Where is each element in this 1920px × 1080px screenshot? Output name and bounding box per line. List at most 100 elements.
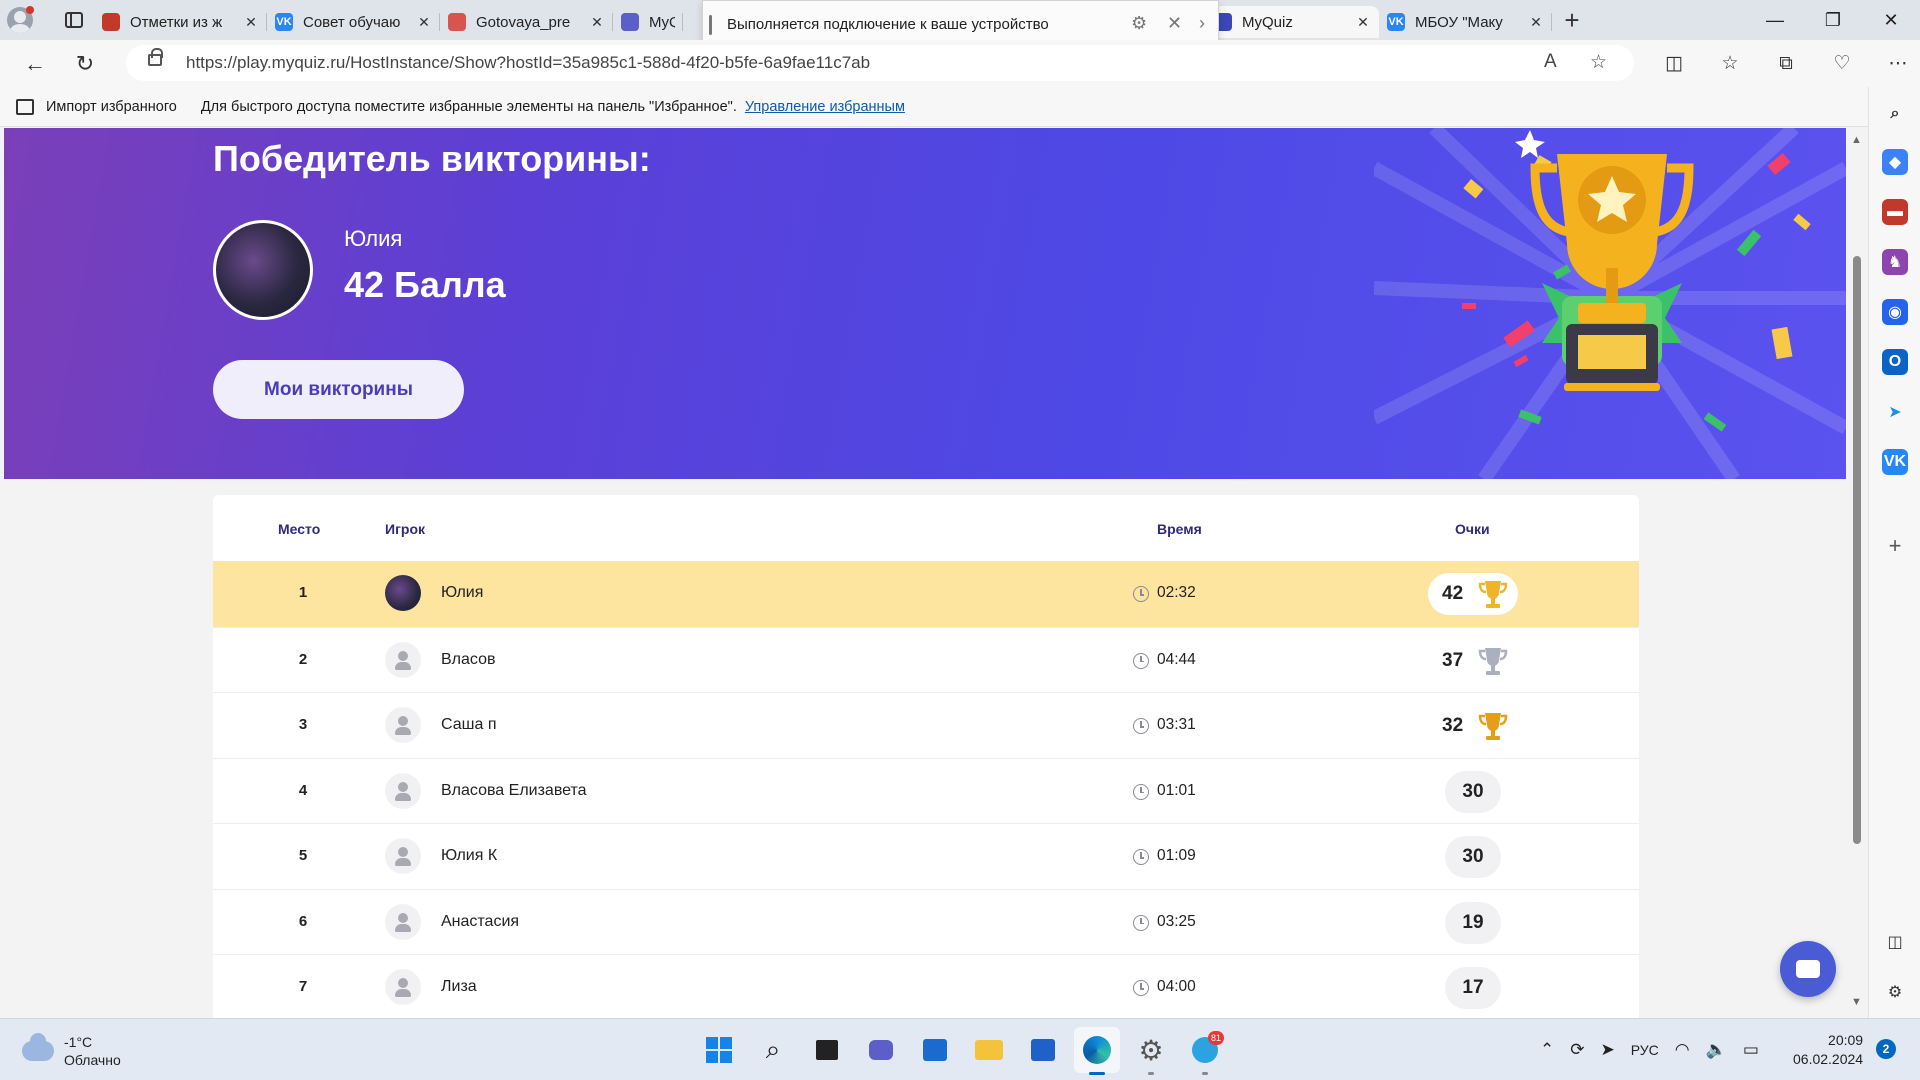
place-number: 6 — [298, 912, 308, 930]
tab-title: Совет обучаю — [303, 13, 401, 31]
player-avatar — [385, 969, 421, 1005]
language-indicator[interactable]: РУС — [1631, 1042, 1659, 1058]
maximize-button[interactable]: ❐ — [1804, 0, 1862, 40]
close-tab-icon[interactable]: ✕ — [243, 14, 259, 31]
store-button[interactable] — [912, 1027, 958, 1073]
read-aloud-icon[interactable]: A — [1544, 51, 1557, 73]
tools-icon[interactable]: ▬ — [1882, 199, 1908, 225]
search-icon[interactable]: ⌕ — [1882, 101, 1908, 127]
telegram-button[interactable]: 81 — [1182, 1027, 1228, 1075]
player-time: 04:00 — [1157, 978, 1196, 995]
manage-favorites-link[interactable]: Управление избранным — [745, 99, 905, 115]
collections-icon[interactable]: ⧉ — [1758, 40, 1814, 87]
sidebar-settings-icon[interactable]: ⚙ — [1882, 979, 1908, 1005]
trophy-illustration — [1374, 128, 1846, 479]
tab-favicon — [102, 13, 120, 31]
close-tab-icon[interactable]: ✕ — [416, 14, 432, 31]
location-icon[interactable]: ➤ — [1601, 1040, 1615, 1060]
notification-badge[interactable]: 2 — [1876, 1039, 1896, 1059]
my-quizzes-button[interactable]: Мои викторины — [213, 360, 464, 419]
file-explorer-button[interactable] — [966, 1027, 1012, 1073]
add-sidebar-app-icon[interactable]: + — [1882, 533, 1908, 559]
search-taskbar-button[interactable]: ⌕ — [750, 1027, 796, 1073]
favorite-star-icon[interactable]: ☆ — [1590, 51, 1607, 74]
battery-icon[interactable]: ▭ — [1743, 1040, 1759, 1060]
browser-essentials-icon[interactable]: ♡ — [1814, 40, 1870, 87]
chat-button[interactable] — [1780, 941, 1836, 997]
browser-tab[interactable]: VK МБОУ "Маку ✕ — [1379, 6, 1552, 38]
trophy-icon — [1478, 647, 1508, 675]
settings-icon[interactable]: ⚙ — [1131, 13, 1147, 34]
tab-separator — [682, 13, 683, 31]
page-scrollbar[interactable]: ▲ ▼ — [1846, 128, 1868, 1018]
notification-text: Выполняется подключение к ваше устройств… — [727, 15, 1049, 33]
toolbar-icons: ◫ ☆ ⧉ ♡ ⋯ — [1646, 40, 1920, 87]
close-tab-icon[interactable]: ✕ — [1355, 14, 1371, 31]
back-button[interactable]: ← — [10, 40, 60, 87]
import-favorites-label: Импорт избранного — [46, 98, 177, 115]
import-icon — [16, 98, 34, 115]
tab-title: Gotovaya_pre — [476, 13, 571, 31]
player-avatar — [385, 903, 421, 940]
copilot-icon[interactable]: ◉ — [1882, 299, 1908, 325]
new-tab-button[interactable]: + — [1552, 5, 1592, 36]
points-value: 30 — [1462, 846, 1484, 867]
weather-widget[interactable]: -1°C Облачно — [22, 1033, 121, 1069]
browser-tab[interactable]: VK Совет обучаю ✕ — [267, 6, 440, 38]
volume-icon[interactable]: 🔈 — [1706, 1040, 1727, 1060]
column-player: Игрок — [385, 521, 426, 537]
close-tab-icon[interactable]: ✕ — [589, 14, 605, 31]
weather-condition: Облачно — [64, 1052, 121, 1068]
close-window-button[interactable]: ✕ — [1862, 0, 1920, 40]
winner-banner: Победитель викторины: Юлия 42 Балла Мои … — [4, 128, 1846, 479]
import-favorites-button[interactable]: Импорт избранного — [16, 98, 177, 115]
more-menu-icon[interactable]: ⋯ — [1870, 40, 1920, 87]
active-indicator — [1089, 1072, 1105, 1075]
refresh-button[interactable]: ↻ — [60, 40, 110, 87]
settings-taskbar-button[interactable]: ⚙ — [1128, 1027, 1174, 1075]
task-view-button[interactable] — [804, 1027, 850, 1073]
whiteboard-button[interactable] — [1020, 1027, 1066, 1073]
wifi-icon[interactable]: ◠ — [1675, 1040, 1690, 1060]
place-number: 3 — [298, 716, 308, 733]
player-name: Юлия К — [441, 847, 498, 864]
clock[interactable]: 20:09 06.02.2024 — [1793, 1031, 1863, 1069]
address-bar[interactable]: https://play.myquiz.ru/HostInstance/Show… — [126, 45, 1634, 81]
edge-taskbar-button[interactable] — [1074, 1027, 1120, 1075]
chevron-right-icon[interactable]: › — [1199, 13, 1205, 34]
sidebar-toggle-icon[interactable]: ◫ — [1882, 929, 1908, 955]
outlook-icon[interactable]: O — [1882, 349, 1908, 375]
browser-tab[interactable]: MyQ — [613, 6, 683, 38]
browser-tab[interactable]: MyQuiz ✕ — [1206, 6, 1379, 38]
send-icon[interactable]: ➤ — [1882, 399, 1908, 425]
url-text[interactable]: https://play.myquiz.ru/HostInstance/Show… — [186, 53, 870, 73]
favorites-icon[interactable]: ☆ — [1702, 40, 1758, 87]
trophy-icon — [1478, 713, 1508, 740]
chevron-up-icon[interactable]: ⌃ — [1540, 1040, 1554, 1060]
system-tray: ⌃ ⟳ ➤ РУС ◠ 🔈 ▭ — [1532, 1019, 1767, 1080]
minimize-button[interactable]: — — [1746, 0, 1804, 40]
scrollbar-thumb[interactable] — [1853, 256, 1861, 844]
player-avatar — [385, 707, 421, 743]
browser-tab[interactable]: Отметки из ж ✕ — [94, 6, 267, 38]
player-time: 04:44 — [1157, 650, 1196, 668]
temperature: -1°C — [64, 1034, 93, 1050]
scroll-up-arrow[interactable]: ▲ — [1851, 134, 1862, 146]
close-tab-icon[interactable]: ✕ — [1528, 14, 1544, 31]
browser-tab[interactable]: Gotovaya_pre ✕ — [440, 6, 613, 38]
split-screen-icon[interactable]: ◫ — [1646, 40, 1702, 87]
windows-icon — [706, 1037, 732, 1063]
vk-icon[interactable]: VK — [1882, 449, 1908, 475]
games-icon[interactable]: ♞ — [1882, 249, 1908, 275]
scroll-down-arrow[interactable]: ▼ — [1851, 996, 1862, 1008]
tab-title: MyQuiz — [1242, 13, 1293, 31]
start-button[interactable] — [696, 1027, 742, 1073]
teams-chat-button[interactable] — [858, 1027, 904, 1073]
shopping-tag-icon[interactable]: ◆ — [1882, 149, 1908, 175]
pin-icon[interactable]: ✕ — [1167, 13, 1182, 34]
profile-button[interactable] — [0, 0, 40, 40]
sync-icon[interactable]: ⟳ — [1570, 1040, 1584, 1060]
tab-actions-button[interactable] — [54, 0, 94, 40]
player-time: 03:31 — [1157, 716, 1196, 733]
player-points: 32 — [1428, 705, 1518, 747]
